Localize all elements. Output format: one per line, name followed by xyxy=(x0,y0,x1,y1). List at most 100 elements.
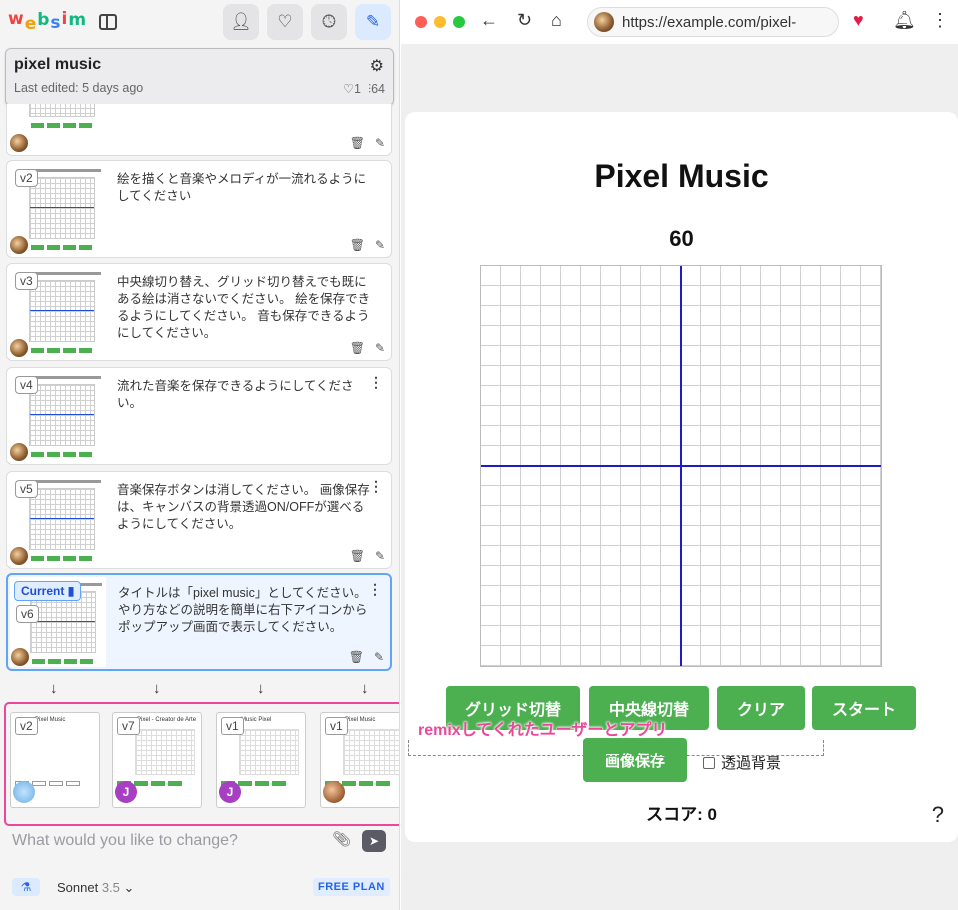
remix-card[interactable]: Pixel Music v1 xyxy=(320,712,399,808)
trash-icon[interactable]: 🗑 xyxy=(350,341,365,355)
pencil-icon[interactable]: ✎ xyxy=(375,549,385,563)
center-line-horizontal xyxy=(481,465,881,467)
more-menu-icon[interactable]: ⋮ xyxy=(931,10,949,31)
gear-icon[interactable]: ⚙ xyxy=(370,56,384,76)
score-display: スコア: 0 xyxy=(646,805,717,824)
version-badge: v2 xyxy=(15,169,38,187)
websim-logo[interactable]: websim xyxy=(8,9,87,34)
likes-button[interactable]: ♡ xyxy=(267,4,303,40)
site-favicon xyxy=(594,12,614,32)
current-badge: Current ▮ xyxy=(14,581,82,601)
more-icon[interactable]: ⋮ xyxy=(369,374,383,391)
project-stats: ♡1 ⫶64 xyxy=(343,81,385,97)
reload-icon[interactable]: ↻ xyxy=(517,10,532,31)
version-card[interactable]: v4 流れた音楽を保存できるようにしてください。 ⋮ xyxy=(6,367,392,465)
avatar: J xyxy=(219,781,241,803)
heart-icon: ♡ xyxy=(277,12,293,31)
pencil-icon[interactable]: ✎ xyxy=(375,238,385,252)
back-arrow-icon[interactable]: ← xyxy=(480,10,498,31)
remix-card[interactable]: Pixel - Creator de Arte v7 J xyxy=(112,712,202,808)
trash-icon[interactable]: 🗑 xyxy=(350,549,365,563)
version-card[interactable]: v5 音楽保存ボタンは消してください。 画像保存は、キャンバスの背景透過ON/O… xyxy=(6,471,392,569)
home-icon[interactable]: ⌂ xyxy=(551,10,562,31)
edit-button[interactable]: ✎ xyxy=(355,4,391,40)
history-button[interactable]: 🕓︎ xyxy=(311,4,347,40)
pencil-icon: ✎ xyxy=(365,12,381,31)
trash-icon[interactable]: 🗑 xyxy=(350,238,365,252)
last-edited: Last edited: 5 days ago xyxy=(14,81,144,95)
plan-badge[interactable]: FREE PLAN xyxy=(313,878,390,896)
bookmark-icon: ▮ xyxy=(67,584,75,598)
version-badge: v4 xyxy=(15,376,38,394)
profile-button[interactable]: 👤︎ xyxy=(223,4,259,40)
start-button[interactable]: スタート xyxy=(812,686,916,730)
checkbox-box[interactable] xyxy=(703,756,715,769)
pencil-icon[interactable]: ✎ xyxy=(374,650,384,664)
model-selector[interactable]: Sonnet 3.5 ⌄ xyxy=(57,880,134,896)
user-icon: 👤︎ xyxy=(230,12,252,31)
clear-button[interactable]: クリア xyxy=(717,686,805,730)
help-button[interactable]: ? xyxy=(932,802,944,828)
maximize-window-button[interactable] xyxy=(453,16,465,28)
version-card[interactable]: v2 絵を描くと音楽やメロディが一流れるようにしてください 🗑 ✎ xyxy=(6,160,392,258)
version-prompt: 流れた音楽を保存できるようにしてください。 xyxy=(117,379,354,410)
prompt-area: What would you like to change? 📎︎ ➤ ⚗ So… xyxy=(0,826,399,910)
drawing-canvas[interactable] xyxy=(480,265,882,667)
remix-card[interactable]: Pixel Music v2 xyxy=(10,712,100,808)
remix-arrows: ↓ ↓ ↓ ↓ xyxy=(0,680,399,698)
remix-version-badge: v1 xyxy=(325,717,348,735)
remix-version-badge: v2 xyxy=(15,717,38,735)
version-card-current[interactable]: Current ▮ v6 タイトルは「pixel music」としてください。 … xyxy=(6,573,392,671)
heart-icon[interactable]: ♥ xyxy=(853,10,864,31)
version-prompt: タイトルは「pixel music」としてください。 やり方などの説明を簡単に右… xyxy=(118,586,368,634)
version-prompt: 音楽保存ボタンは消してください。 画像保存は、キャンバスの背景透過ON/OFFが… xyxy=(117,483,370,531)
version-badge: v3 xyxy=(15,272,38,290)
arrow-down-icon: ↓ xyxy=(50,680,58,697)
trash-icon[interactable]: 🗑 xyxy=(350,136,365,150)
project-card[interactable]: pixel music ⚙ Last edited: 5 days ago ♡1… xyxy=(5,48,394,106)
app-title: Pixel Music xyxy=(594,158,769,194)
model-settings-button[interactable]: ⚗ xyxy=(12,878,40,896)
address-bar[interactable]: https://example.com/pixel- xyxy=(587,7,839,37)
browser-toolbar: ← ↻ ⌂ https://example.com/pixel- ♥ 🔔︎ ⋮ xyxy=(401,0,958,44)
prompt-input[interactable]: What would you like to change? xyxy=(12,832,238,850)
pencil-icon[interactable]: ✎ xyxy=(375,136,385,150)
version-card[interactable]: v3 中央線切り替え、グリッド切り替えでも既にある絵は消さないでください。 絵を… xyxy=(6,263,392,361)
url-text: https://example.com/pixel- xyxy=(622,13,797,31)
likes-count: ♡1 xyxy=(342,82,361,96)
send-icon: ➤ xyxy=(368,834,380,848)
close-window-button[interactable] xyxy=(415,16,427,28)
arrow-down-icon: ↓ xyxy=(153,680,161,697)
remix-title: Pixel - Creator de Arte xyxy=(137,717,197,723)
version-badge: v5 xyxy=(15,480,38,498)
remix-version-badge: v1 xyxy=(221,717,244,735)
clock-icon: 🕓︎ xyxy=(322,12,336,31)
remix-list: Pixel Music v2 Pixel - Creator de Arte v… xyxy=(4,702,399,826)
pencil-icon[interactable]: ✎ xyxy=(375,341,385,355)
version-card[interactable]: 🗑 ✎ xyxy=(6,104,392,156)
avatar: J xyxy=(115,781,137,803)
send-button[interactable]: ➤ xyxy=(362,830,386,852)
sidebar-toggle-icon[interactable] xyxy=(99,14,118,30)
arrow-down-icon: ↓ xyxy=(361,680,369,697)
more-icon[interactable]: ⋮ xyxy=(368,581,382,598)
remix-title: Pixel Music xyxy=(345,717,376,723)
avatar xyxy=(9,338,29,358)
version-list: 🗑 ✎ v2 絵を描くと音楽やメロディが一流れるようにしてください 🗑 ✎ v3 中… xyxy=(0,104,399,700)
remix-title: Music Pixel xyxy=(241,717,272,723)
sidebar-topbar: websim 👤︎ ♡ 🕓︎ ✎ xyxy=(0,0,399,44)
paperclip-icon[interactable]: 📎︎ xyxy=(332,830,354,852)
remix-card[interactable]: Music Pixel v1 J xyxy=(216,712,306,808)
minimize-window-button[interactable] xyxy=(434,16,446,28)
flask-icon: ⚗ xyxy=(20,880,32,894)
arrow-down-icon: ↓ xyxy=(257,680,265,697)
remix-title: Pixel Music xyxy=(35,717,66,723)
trash-icon[interactable]: 🗑 xyxy=(349,650,364,664)
project-title: pixel music xyxy=(14,56,102,73)
bell-icon[interactable]: 🔔︎ xyxy=(893,10,916,31)
version-badge: v6 xyxy=(16,605,39,623)
more-icon[interactable]: ⋮ xyxy=(369,478,383,495)
avatar xyxy=(9,235,29,255)
annotation-label: remixしてくれたユーザーとアプリ xyxy=(418,722,668,739)
annotation-dashed-line xyxy=(408,740,824,756)
